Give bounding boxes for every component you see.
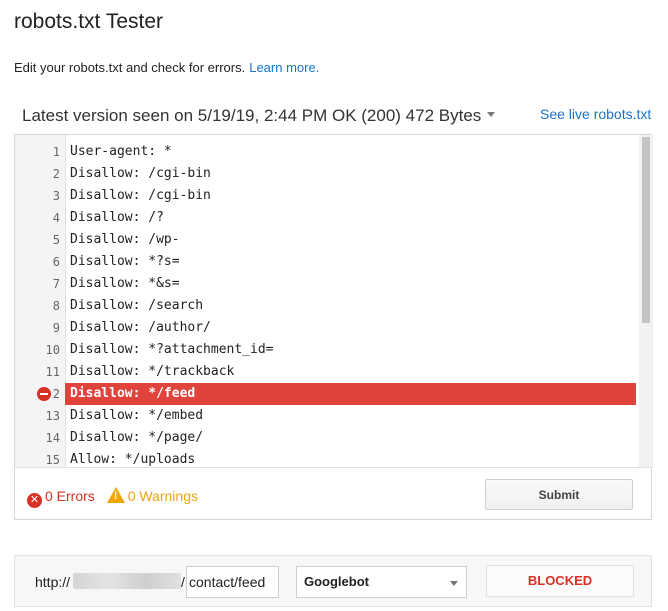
line-number: 13 <box>45 409 60 423</box>
version-label: Latest version seen on 5/19/19, 2:44 PM … <box>22 106 482 125</box>
error-icon: ✕ <box>27 493 42 508</box>
editor-line[interactable]: 6 Disallow: *?s= <box>15 251 639 273</box>
line-text: Disallow: */feed <box>70 386 196 401</box>
editor-line[interactable]: 13 Disallow: */embed <box>15 405 639 427</box>
line-text: Disallow: */trackback <box>70 364 235 379</box>
line-text: Disallow: /? <box>70 210 164 225</box>
page-subtitle: Edit your robots.txt and check for error… <box>14 60 319 75</box>
subtitle-text: Edit your robots.txt and check for error… <box>14 60 246 75</box>
see-live-robots-link[interactable]: See live robots.txt <box>540 106 651 122</box>
robots-editor[interactable]: 1 User-agent: * 2 Disallow: /cgi-bin 3 Disa… <box>15 135 653 468</box>
line-text: Disallow: /search <box>70 298 204 313</box>
line-text: Disallow: /cgi-bin <box>70 166 211 181</box>
test-result-button[interactable]: BLOCKED <box>486 565 634 597</box>
editor-line[interactable]: 2 Disallow: /cgi-bin <box>15 163 639 185</box>
url-prefix: http:// <box>35 574 71 590</box>
submit-button[interactable]: Submit <box>485 479 633 510</box>
line-number: 2 <box>52 167 60 181</box>
page-title: robots.txt Tester <box>14 10 164 33</box>
line-text: Disallow: *?s= <box>70 254 180 269</box>
line-number: 3 <box>52 189 60 203</box>
line-text: Disallow: */embed <box>70 408 204 423</box>
line-text: Disallow: *?attachment_id= <box>70 342 274 357</box>
line-number: 15 <box>45 453 60 467</box>
errors-label: 0 Errors <box>45 488 95 504</box>
version-dropdown[interactable]: Latest version seen on 5/19/19, 2:44 PM … <box>22 106 496 126</box>
errors-count: ✕ 0 Errors <box>27 488 95 508</box>
editor-line[interactable]: 4 Disallow: /? <box>15 207 639 229</box>
editor-line[interactable]: 9 Disallow: /author/ <box>15 317 639 339</box>
warning-icon: ! <box>106 487 125 503</box>
warnings-label: 0 Warnings <box>127 488 198 504</box>
line-text: Disallow: /cgi-bin <box>70 188 211 203</box>
line-text: Disallow: /wp- <box>70 232 180 247</box>
robots-editor-panel: 1 User-agent: * 2 Disallow: /cgi-bin 3 Disa… <box>14 134 653 520</box>
line-number: 1 <box>52 145 60 159</box>
editor-line-blocked[interactable]: 2 Disallow: */feed <box>15 383 639 405</box>
editor-line[interactable]: 3 Disallow: /cgi-bin <box>15 185 639 207</box>
line-number: 9 <box>52 321 60 335</box>
url-slash: / <box>181 574 185 590</box>
test-url-path-input[interactable] <box>186 566 279 598</box>
chevron-down-icon <box>450 581 458 586</box>
editor-line[interactable]: 1 User-agent: * <box>15 141 639 163</box>
url-test-panel: http:// / Googlebot BLOCKED <box>14 555 652 607</box>
editor-line[interactable]: 10 Disallow: *?attachment_id= <box>15 339 639 361</box>
redacted-domain <box>73 573 181 589</box>
warnings-count: ! 0 Warnings <box>106 487 198 504</box>
line-number: 2 <box>52 387 60 401</box>
learn-more-link[interactable]: Learn more. <box>249 60 319 75</box>
line-number: 5 <box>52 233 60 247</box>
editor-line[interactable]: 7 Disallow: *&s= <box>15 273 639 295</box>
line-number: 4 <box>52 211 60 225</box>
line-number: 6 <box>52 255 60 269</box>
chevron-down-icon <box>487 112 496 118</box>
editor-line[interactable]: 8 Disallow: /search <box>15 295 639 317</box>
line-text: Disallow: *&s= <box>70 276 180 291</box>
line-text: Allow: */uploads <box>70 452 196 467</box>
editor-line[interactable]: 15 Allow: */uploads <box>15 449 639 467</box>
line-number: 11 <box>45 365 60 379</box>
user-agent-select[interactable]: Googlebot <box>296 566 467 598</box>
line-number: 7 <box>52 277 60 291</box>
line-text: Disallow: */page/ <box>70 430 204 445</box>
line-number: 10 <box>45 343 60 357</box>
user-agent-value: Googlebot <box>304 574 369 589</box>
editor-lines: 1 User-agent: * 2 Disallow: /cgi-bin 3 Disa… <box>15 141 639 467</box>
editor-line[interactable]: 14 Disallow: */page/ <box>15 427 639 449</box>
line-text: User-agent: * <box>70 144 172 159</box>
editor-scrollbar[interactable] <box>639 135 653 467</box>
line-number: 14 <box>45 431 60 445</box>
editor-line[interactable]: 5 Disallow: /wp- <box>15 229 639 251</box>
editor-line[interactable]: 11 Disallow: */trackback <box>15 361 639 383</box>
scrollbar-thumb[interactable] <box>642 137 650 323</box>
line-number: 8 <box>52 299 60 313</box>
line-text: Disallow: /author/ <box>70 320 211 335</box>
validation-summary: ✕ 0 Errors ! 0 Warnings <box>27 487 198 508</box>
